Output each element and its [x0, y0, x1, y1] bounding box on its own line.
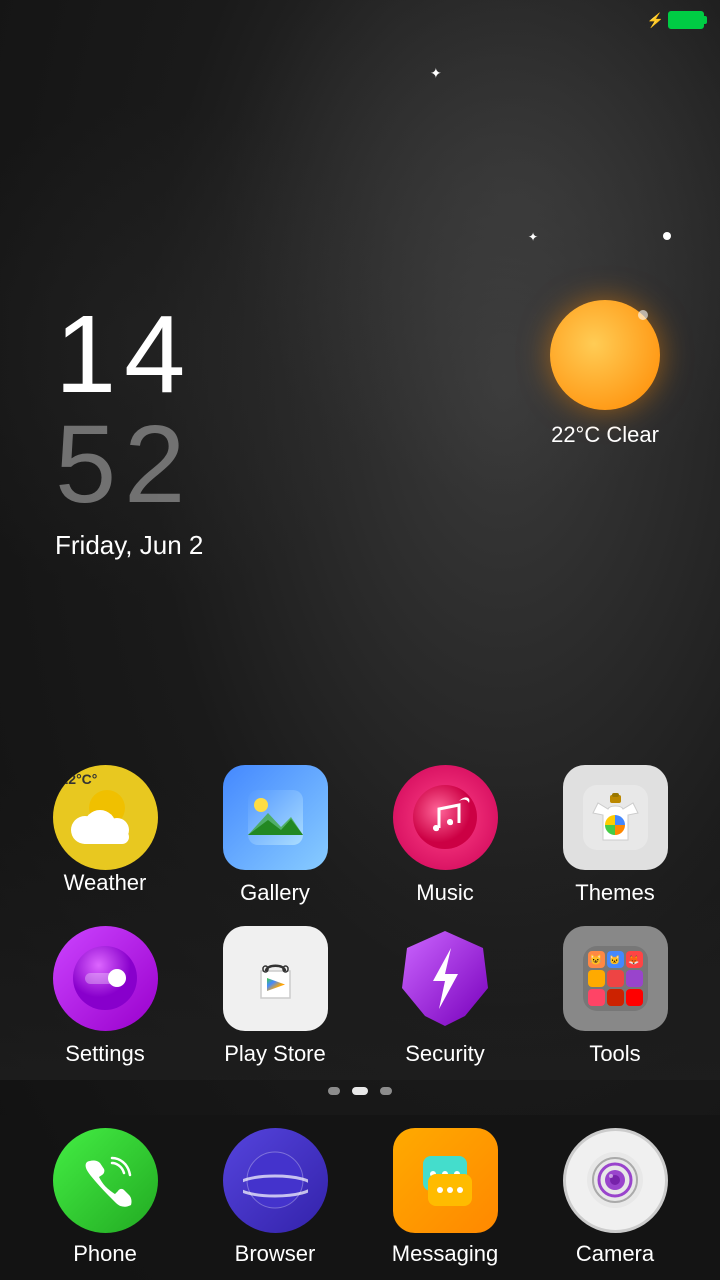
svg-text:😺: 😺 [589, 954, 602, 966]
playstore-svg [243, 946, 308, 1011]
themes-app-icon [563, 765, 668, 870]
app-tools[interactable]: 😺 🐱 🦊 Tools [545, 926, 685, 1067]
music-label: Music [416, 880, 473, 906]
settings-app-icon [53, 926, 158, 1031]
phone-label: Phone [73, 1241, 137, 1267]
app-grid: 22°C° Weather [0, 765, 720, 1110]
page-dot-3[interactable] [380, 1087, 392, 1095]
app-row-2: Settings [20, 926, 700, 1067]
status-bar: ⚡ [0, 0, 720, 40]
gallery-label: Gallery [240, 880, 310, 906]
app-row-1: 22°C° Weather [20, 765, 700, 906]
phone-svg [78, 1153, 133, 1208]
dock: Phone Browser [0, 1115, 720, 1280]
settings-svg [73, 946, 138, 1011]
battery-indicator [668, 11, 704, 29]
security-svg [393, 926, 498, 1031]
music-app-icon [393, 765, 498, 870]
messaging-label: Messaging [392, 1241, 498, 1267]
clock-date: Friday, Jun 2 [55, 530, 203, 561]
gallery-svg [243, 785, 308, 850]
dock-browser[interactable]: Browser [205, 1128, 345, 1267]
browser-svg [243, 1148, 308, 1213]
star-3 [663, 232, 671, 240]
security-app-icon [393, 926, 498, 1031]
camera-svg [583, 1148, 648, 1213]
app-playstore[interactable]: Play Store [205, 926, 345, 1067]
weather-label: Weather [64, 870, 147, 896]
tools-label: Tools [589, 1041, 640, 1067]
page-dot-2[interactable] [352, 1087, 368, 1095]
gallery-app-icon [223, 765, 328, 870]
phone-app-icon [53, 1128, 158, 1233]
battery-container: ⚡ [647, 11, 704, 29]
tools-app-icon: 😺 🐱 🦊 [563, 926, 668, 1031]
app-weather[interactable]: 22°C° Weather [35, 765, 175, 906]
app-settings[interactable]: Settings [35, 926, 175, 1067]
svg-text:🐱: 🐱 [609, 955, 620, 965]
browser-label: Browser [235, 1241, 316, 1267]
clock-widget: 14 52 Friday, Jun 2 [55, 300, 203, 561]
dock-phone[interactable]: Phone [35, 1128, 175, 1267]
camera-label: Camera [576, 1241, 654, 1267]
app-gallery[interactable]: Gallery [205, 765, 345, 906]
page-dot-1[interactable] [328, 1087, 340, 1095]
page-dots [20, 1087, 700, 1095]
messaging-app-icon [393, 1128, 498, 1233]
app-security[interactable]: Security [375, 926, 515, 1067]
svg-text:🦊: 🦊 [628, 955, 639, 965]
playstore-app-icon [223, 926, 328, 1031]
weather-app-icon: 22°C° [53, 765, 158, 870]
messaging-svg [413, 1148, 478, 1213]
weather-sun-icon [550, 300, 660, 410]
music-svg [413, 785, 478, 850]
tools-svg: 😺 🐱 🦊 [583, 946, 648, 1011]
clock-hours: 14 [55, 300, 203, 410]
app-music[interactable]: Music [375, 765, 515, 906]
weather-widget: 22°C Clear [550, 300, 660, 448]
sun-highlight [638, 310, 648, 320]
star-2: ✦ [528, 230, 538, 244]
security-label: Security [405, 1041, 484, 1067]
themes-label: Themes [575, 880, 654, 906]
dock-camera[interactable]: Camera [545, 1128, 685, 1267]
star-1: ✦ [430, 65, 442, 82]
app-themes[interactable]: Themes [545, 765, 685, 906]
camera-app-icon [563, 1128, 668, 1233]
dock-messaging[interactable]: Messaging [375, 1128, 515, 1267]
playstore-label: Play Store [224, 1041, 326, 1067]
browser-app-icon [223, 1128, 328, 1233]
settings-label: Settings [65, 1041, 145, 1067]
weather-svg [65, 778, 145, 858]
weather-temperature: 22°C Clear [551, 422, 659, 448]
themes-svg [583, 785, 648, 850]
clock-minutes: 52 [55, 410, 203, 520]
battery-bolt-icon: ⚡ [647, 12, 664, 29]
